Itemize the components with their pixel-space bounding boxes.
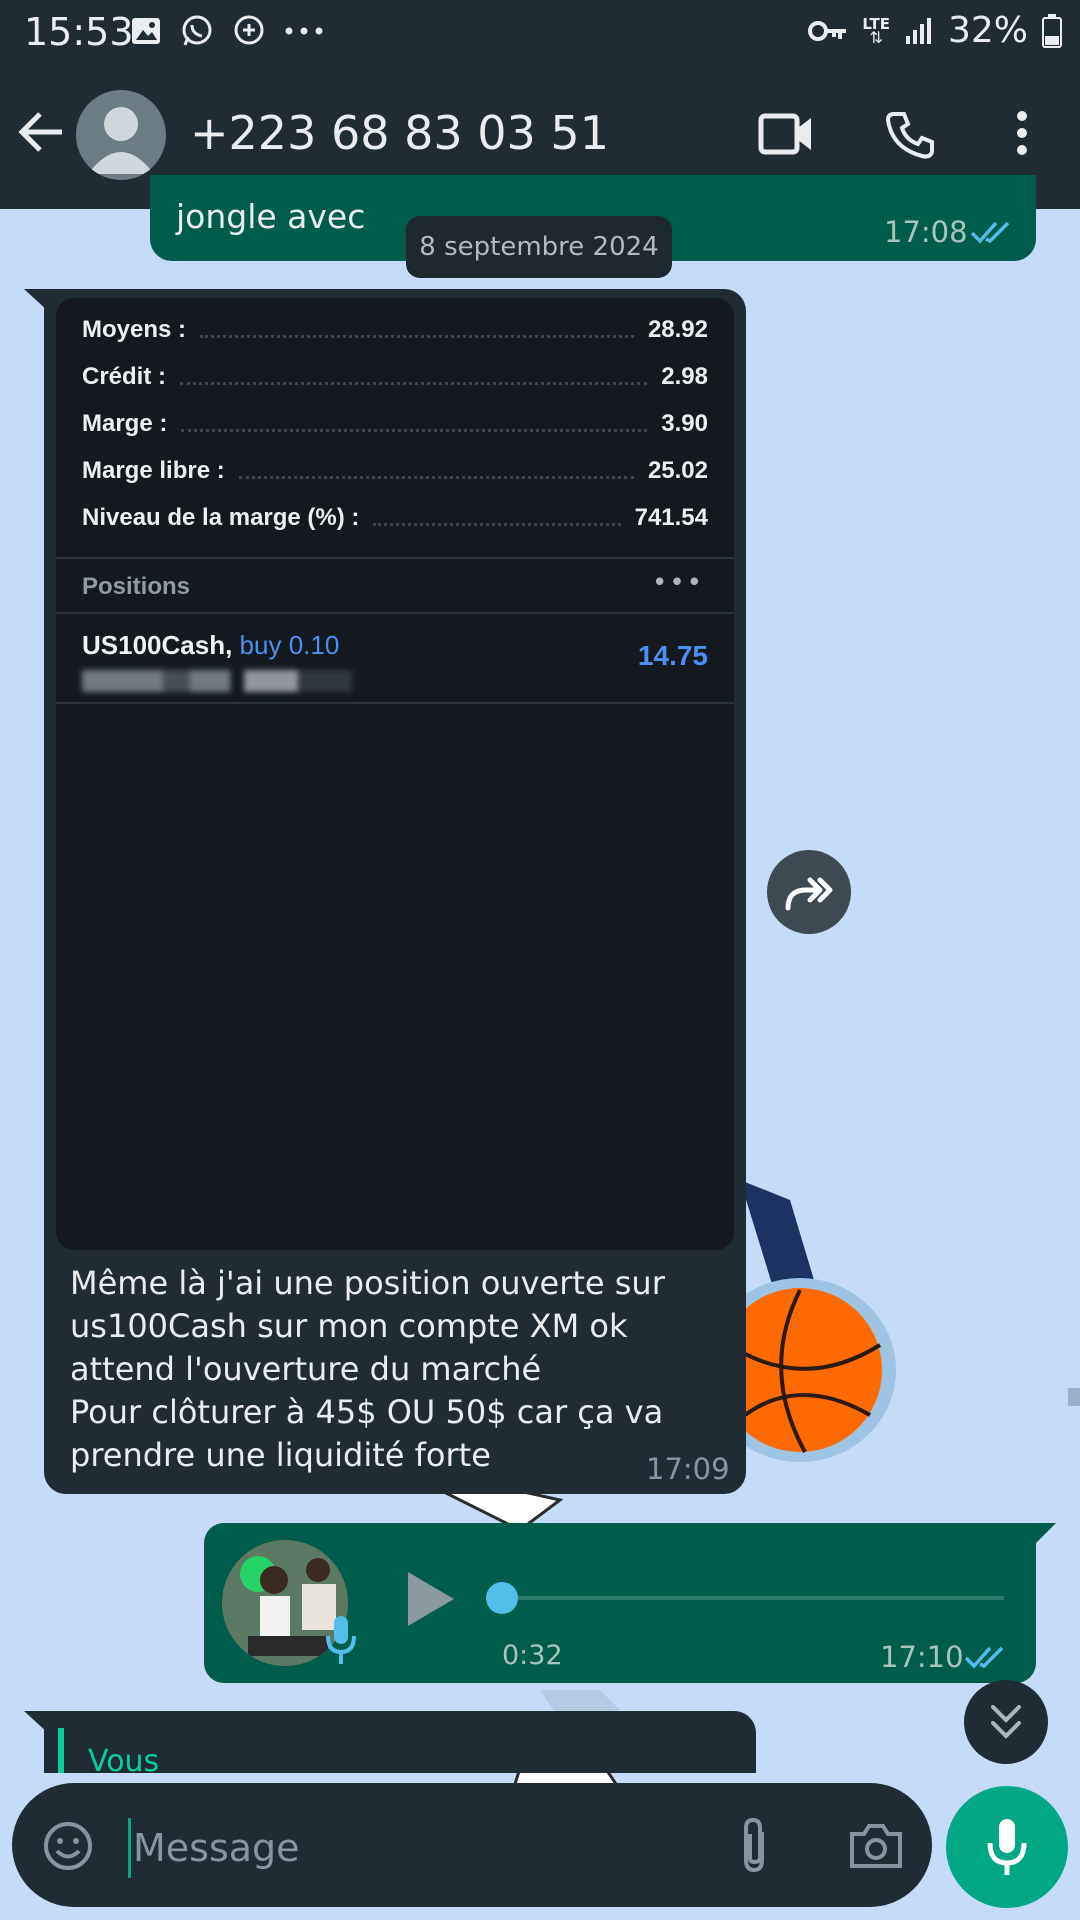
voice-mic-badge-icon: [326, 1616, 356, 1664]
read-receipt-icon: [970, 221, 1010, 244]
status-update-icon: [234, 15, 264, 45]
quote-bar: [58, 1728, 64, 1773]
camera-icon[interactable]: [848, 1822, 904, 1870]
account-row: Marge libre :25.02: [82, 457, 708, 484]
scroll-to-bottom-button[interactable]: [964, 1680, 1048, 1764]
trading-screenshot-image[interactable]: Moyens :28.92 Crédit :2.98 Marge :3.90 M…: [56, 298, 734, 1250]
account-row: Crédit :2.98: [82, 363, 708, 390]
position-side: buy 0.10: [239, 630, 340, 660]
signal-icon: [905, 17, 931, 44]
read-receipt-icon: [964, 1646, 1004, 1669]
account-row: Niveau de la marge (%) :741.54: [82, 504, 708, 531]
account-row: Moyens :28.92: [82, 316, 708, 343]
network-type: LTE ⇅: [862, 16, 890, 47]
bubble-tail: [1034, 1523, 1056, 1545]
video-call-icon[interactable]: [758, 110, 814, 158]
more-options-icon[interactable]: [1012, 110, 1032, 156]
message-time: 17:08: [884, 215, 968, 249]
battery-percent: 32%: [947, 10, 1028, 51]
divider: [56, 702, 734, 704]
message-text: jongle avec: [176, 197, 366, 236]
positions-header: Positions: [82, 573, 191, 600]
more-notifications-icon: [285, 27, 323, 35]
date-divider: 8 septembre 2024: [406, 216, 672, 278]
voice-record-button[interactable]: [946, 1786, 1068, 1908]
double-chevron-down-icon: [991, 1705, 1021, 1739]
play-icon[interactable]: [404, 1570, 456, 1628]
voice-progress-track[interactable]: [502, 1596, 1004, 1600]
data-arrows-icon: ⇅: [869, 27, 883, 47]
whatsapp-notification-icon: [182, 15, 212, 46]
message-caption: Même là j'ai une position ouverte sur us…: [70, 1264, 665, 1474]
forward-button[interactable]: [767, 850, 851, 934]
attach-icon[interactable]: [734, 1816, 774, 1876]
contact-name[interactable]: +223 68 83 03 51: [190, 106, 609, 160]
voice-call-icon[interactable]: [886, 110, 936, 160]
position-instrument: US100Cash,: [82, 630, 233, 660]
divider: [56, 557, 734, 559]
vpn-key-icon: [808, 20, 847, 41]
microphone-icon: [987, 1819, 1027, 1875]
forward-icon: [785, 877, 833, 911]
voice-progress-knob[interactable]: [486, 1582, 518, 1614]
status-bar: 15:53 LTE ⇅ 32%: [0, 0, 1080, 66]
contact-avatar[interactable]: [76, 90, 166, 180]
status-time: 15:53: [24, 10, 134, 54]
message-time: 17:10: [880, 1640, 964, 1674]
battery-icon: [1042, 13, 1062, 48]
emoji-icon[interactable]: [42, 1820, 94, 1872]
back-arrow-icon[interactable]: [18, 110, 64, 154]
account-row: Marge :3.90: [82, 410, 708, 437]
redacted-details: [82, 670, 352, 692]
message-input[interactable]: [128, 1818, 655, 1878]
position-symbol: US100Cash, buy 0.10: [82, 630, 339, 661]
default-avatar-icon: [88, 107, 154, 174]
positions-more-icon: •••: [651, 568, 704, 598]
position-profit: 14.75: [637, 640, 708, 671]
quoted-sender: Vous: [88, 1744, 160, 1779]
bubble-tail: [24, 1711, 48, 1733]
bubble-tail: [24, 289, 48, 311]
gallery-notification-icon: [132, 18, 160, 44]
divider: [56, 612, 734, 614]
voice-duration: 0:32: [502, 1640, 563, 1671]
message-time: 17:09: [646, 1452, 730, 1486]
